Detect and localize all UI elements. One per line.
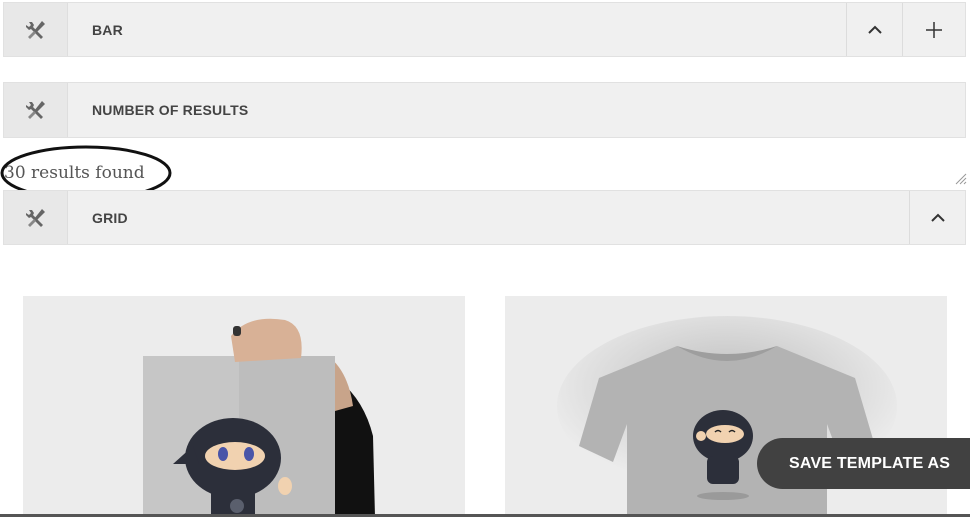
bar-title: BAR xyxy=(92,21,123,38)
plus-icon xyxy=(926,21,942,38)
bar-panel[interactable]: BAR xyxy=(3,2,966,57)
poster-product-image xyxy=(23,296,465,517)
wrench-screwdriver-icon xyxy=(25,20,45,39)
number-of-results-panel[interactable]: NUMBER OF RESULTS xyxy=(3,82,966,138)
save-template-as-button[interactable]: SAVE TEMPLATE AS xyxy=(757,438,970,489)
product-card-poster[interactable] xyxy=(23,296,465,517)
grid-tool-icon[interactable] xyxy=(4,191,68,244)
resize-handle-icon[interactable] xyxy=(953,171,967,185)
grid-title: GRID xyxy=(92,209,128,226)
chevron-up-icon xyxy=(930,213,945,222)
bar-tool-icon[interactable] xyxy=(4,3,68,56)
number-of-results-tool-icon[interactable] xyxy=(4,83,68,137)
bar-collapse-button[interactable] xyxy=(846,3,902,56)
grid-collapse-button[interactable] xyxy=(909,191,965,244)
chevron-up-icon xyxy=(867,25,882,34)
grid-panel[interactable]: GRID xyxy=(3,190,966,245)
number-of-results-title: NUMBER OF RESULTS xyxy=(92,102,249,118)
wrench-screwdriver-icon xyxy=(25,101,45,119)
wrench-screwdriver-icon xyxy=(25,208,45,227)
bar-add-button[interactable] xyxy=(902,3,965,56)
